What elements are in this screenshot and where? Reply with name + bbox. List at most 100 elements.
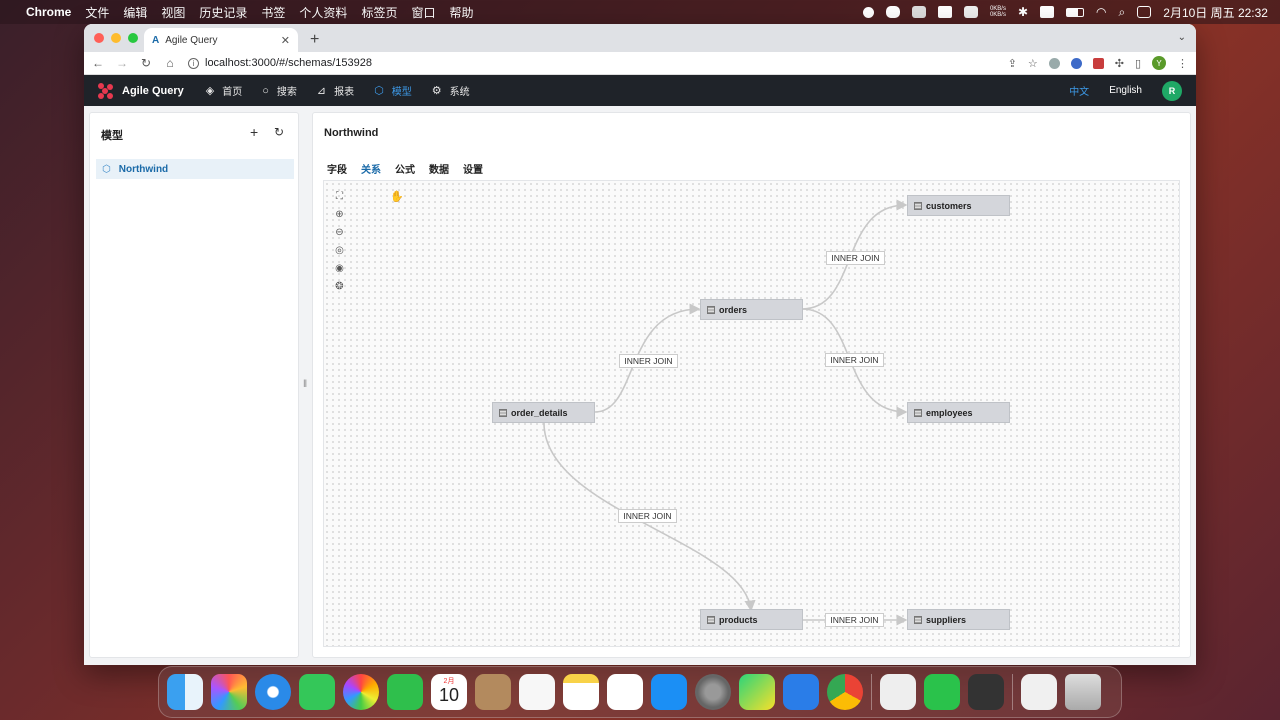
menu-edit[interactable]: 编辑 [123,4,147,21]
system-settings-icon[interactable] [695,674,731,710]
home-button[interactable]: ⌂ [164,56,176,70]
notes-icon[interactable] [563,674,599,710]
nav-home-label: 首页 [222,87,243,98]
net-down: 0KB/s [989,12,1006,18]
lang-zh-button[interactable]: 中文 [1069,83,1089,98]
nav-home[interactable]: ◈ 首页 [206,83,242,98]
media-icon[interactable] [937,6,952,18]
join-label-orders-employees[interactable]: INNER JOIN [825,353,884,367]
calendar-icon[interactable]: 2月 10 [431,674,467,710]
join-label-orders-customers[interactable]: INNER JOIN [826,251,885,265]
cat-icon[interactable] [963,6,978,18]
pycharm-icon[interactable] [739,674,775,710]
site-info-icon[interactable]: i [188,57,199,69]
menu-tabs[interactable]: 标签页 [361,4,397,21]
node-products[interactable]: products [700,609,803,630]
photos-icon[interactable] [343,674,379,710]
profile-avatar[interactable]: Y [1152,56,1166,70]
lang-en-button[interactable]: English [1109,85,1142,96]
menu-history[interactable]: 历史记录 [199,4,247,21]
nav-search[interactable]: ○ 搜索 [262,83,297,99]
downloads-stack-icon[interactable] [1021,674,1057,710]
status-area: 0KB/s 0KB/s ✱ ◠ ⌕ 2月10日 周五 22:32 [862,4,1268,21]
node-employees[interactable]: employees [907,402,1010,423]
favicon-icon: A [152,34,160,46]
relation-diagram-canvas[interactable]: ⛶ ⊕ ⊖ ◎ ◉ ❂ ✋ customers orders employees… [323,180,1180,647]
forward-button[interactable]: → [116,56,128,70]
safari-icon[interactable] [255,674,291,710]
sidebar-item-northwind[interactable]: ⬡ Northwind [96,159,294,179]
join-label-order-details-products[interactable]: INNER JOIN [618,509,677,523]
contacts-icon[interactable] [1040,6,1055,18]
finder-icon[interactable] [167,674,203,710]
node-label: suppliers [926,614,967,625]
chrome-icon[interactable] [827,674,863,710]
cube-icon: ⬡ [374,85,384,97]
facetime-icon[interactable] [387,674,423,710]
feishu-icon[interactable] [783,674,819,710]
menu-file[interactable]: 文件 [85,4,109,21]
battery-icon[interactable] [1066,7,1085,17]
menu-help[interactable]: 帮助 [449,4,473,21]
messages-icon[interactable] [299,674,335,710]
calendar-day: 10 [438,685,460,705]
reminders-icon[interactable] [519,674,555,710]
close-tab-icon[interactable]: ✕ [281,34,290,47]
control-center-icon[interactable] [1137,6,1152,18]
sidebar-item-label: Northwind [118,163,169,175]
tab-search-chevron-icon[interactable]: ⌄ [1178,32,1186,43]
app-logo-icon[interactable] [98,82,114,99]
browser-menu-icon[interactable]: ⋮ [1177,57,1188,70]
launchpad-icon[interactable] [211,674,247,710]
url-text: localhost:3000/#/schemas/153928 [205,57,372,69]
extension-1-icon[interactable] [1048,57,1060,69]
add-model-button[interactable]: + [250,124,258,140]
url-field[interactable]: i localhost:3000/#/schemas/153928 [188,57,1008,69]
clock[interactable]: 2月10日 周五 22:32 [1163,4,1268,21]
new-tab-button[interactable]: + [310,31,319,49]
extensions-puzzle-icon[interactable]: ✣ [1115,57,1124,70]
bluetooth-icon[interactable]: ✱ [1018,5,1028,19]
nav-models[interactable]: ⬡ 模型 [374,83,412,98]
quicktime-icon[interactable] [968,674,1004,710]
browser-tab[interactable]: A Agile Query ✕ [144,28,298,52]
join-label-order-details-orders[interactable]: INNER JOIN [619,354,678,368]
wechat-status-icon[interactable] [885,6,900,18]
node-order-details[interactable]: order_details [492,402,595,423]
bookmark-star-icon[interactable]: ☆ [1028,57,1038,70]
screen-recorder-icon[interactable] [880,674,916,710]
share-icon[interactable]: ⇪ [1008,57,1017,70]
extension-3-icon[interactable] [1092,57,1104,69]
menu-profile[interactable]: 个人资料 [299,4,347,21]
node-orders[interactable]: orders [700,299,803,320]
app-store-icon[interactable] [651,674,687,710]
node-customers[interactable]: customers [907,195,1010,216]
join-label-products-suppliers[interactable]: INNER JOIN [825,613,884,627]
freeform-icon[interactable] [607,674,643,710]
zoom-window-button[interactable] [128,33,138,43]
extension-2-icon[interactable] [1070,57,1082,69]
wechat-icon[interactable] [924,674,960,710]
menu-bookmarks[interactable]: 书签 [261,4,285,21]
trash-icon[interactable] [1065,674,1101,710]
app-brand[interactable]: Agile Query [122,85,184,97]
nav-system[interactable]: ⚙ 系统 [432,83,470,98]
menu-view[interactable]: 视图 [161,4,185,21]
refresh-icon[interactable]: ↻ [274,125,284,139]
spotlight-icon[interactable]: ⌕ [1119,5,1126,20]
node-suppliers[interactable]: suppliers [907,609,1010,630]
minimize-window-button[interactable] [111,33,121,43]
user-avatar[interactable]: R [1162,80,1182,101]
record-icon[interactable] [862,6,874,18]
mute-icon[interactable] [911,6,926,18]
menu-window[interactable]: 窗口 [411,4,435,21]
menubar-app-name[interactable]: Chrome [26,5,71,19]
resize-handle[interactable]: ‖ [303,379,307,390]
contacts-app-icon[interactable] [475,674,511,710]
wifi-icon[interactable]: ◠ [1096,5,1106,19]
reload-button[interactable]: ↻ [140,56,152,70]
close-window-button[interactable] [94,33,104,43]
back-button[interactable]: ← [92,56,104,70]
nav-reports[interactable]: ⊿ 报表 [317,83,354,98]
side-panel-icon[interactable]: ▯ [1135,57,1141,70]
